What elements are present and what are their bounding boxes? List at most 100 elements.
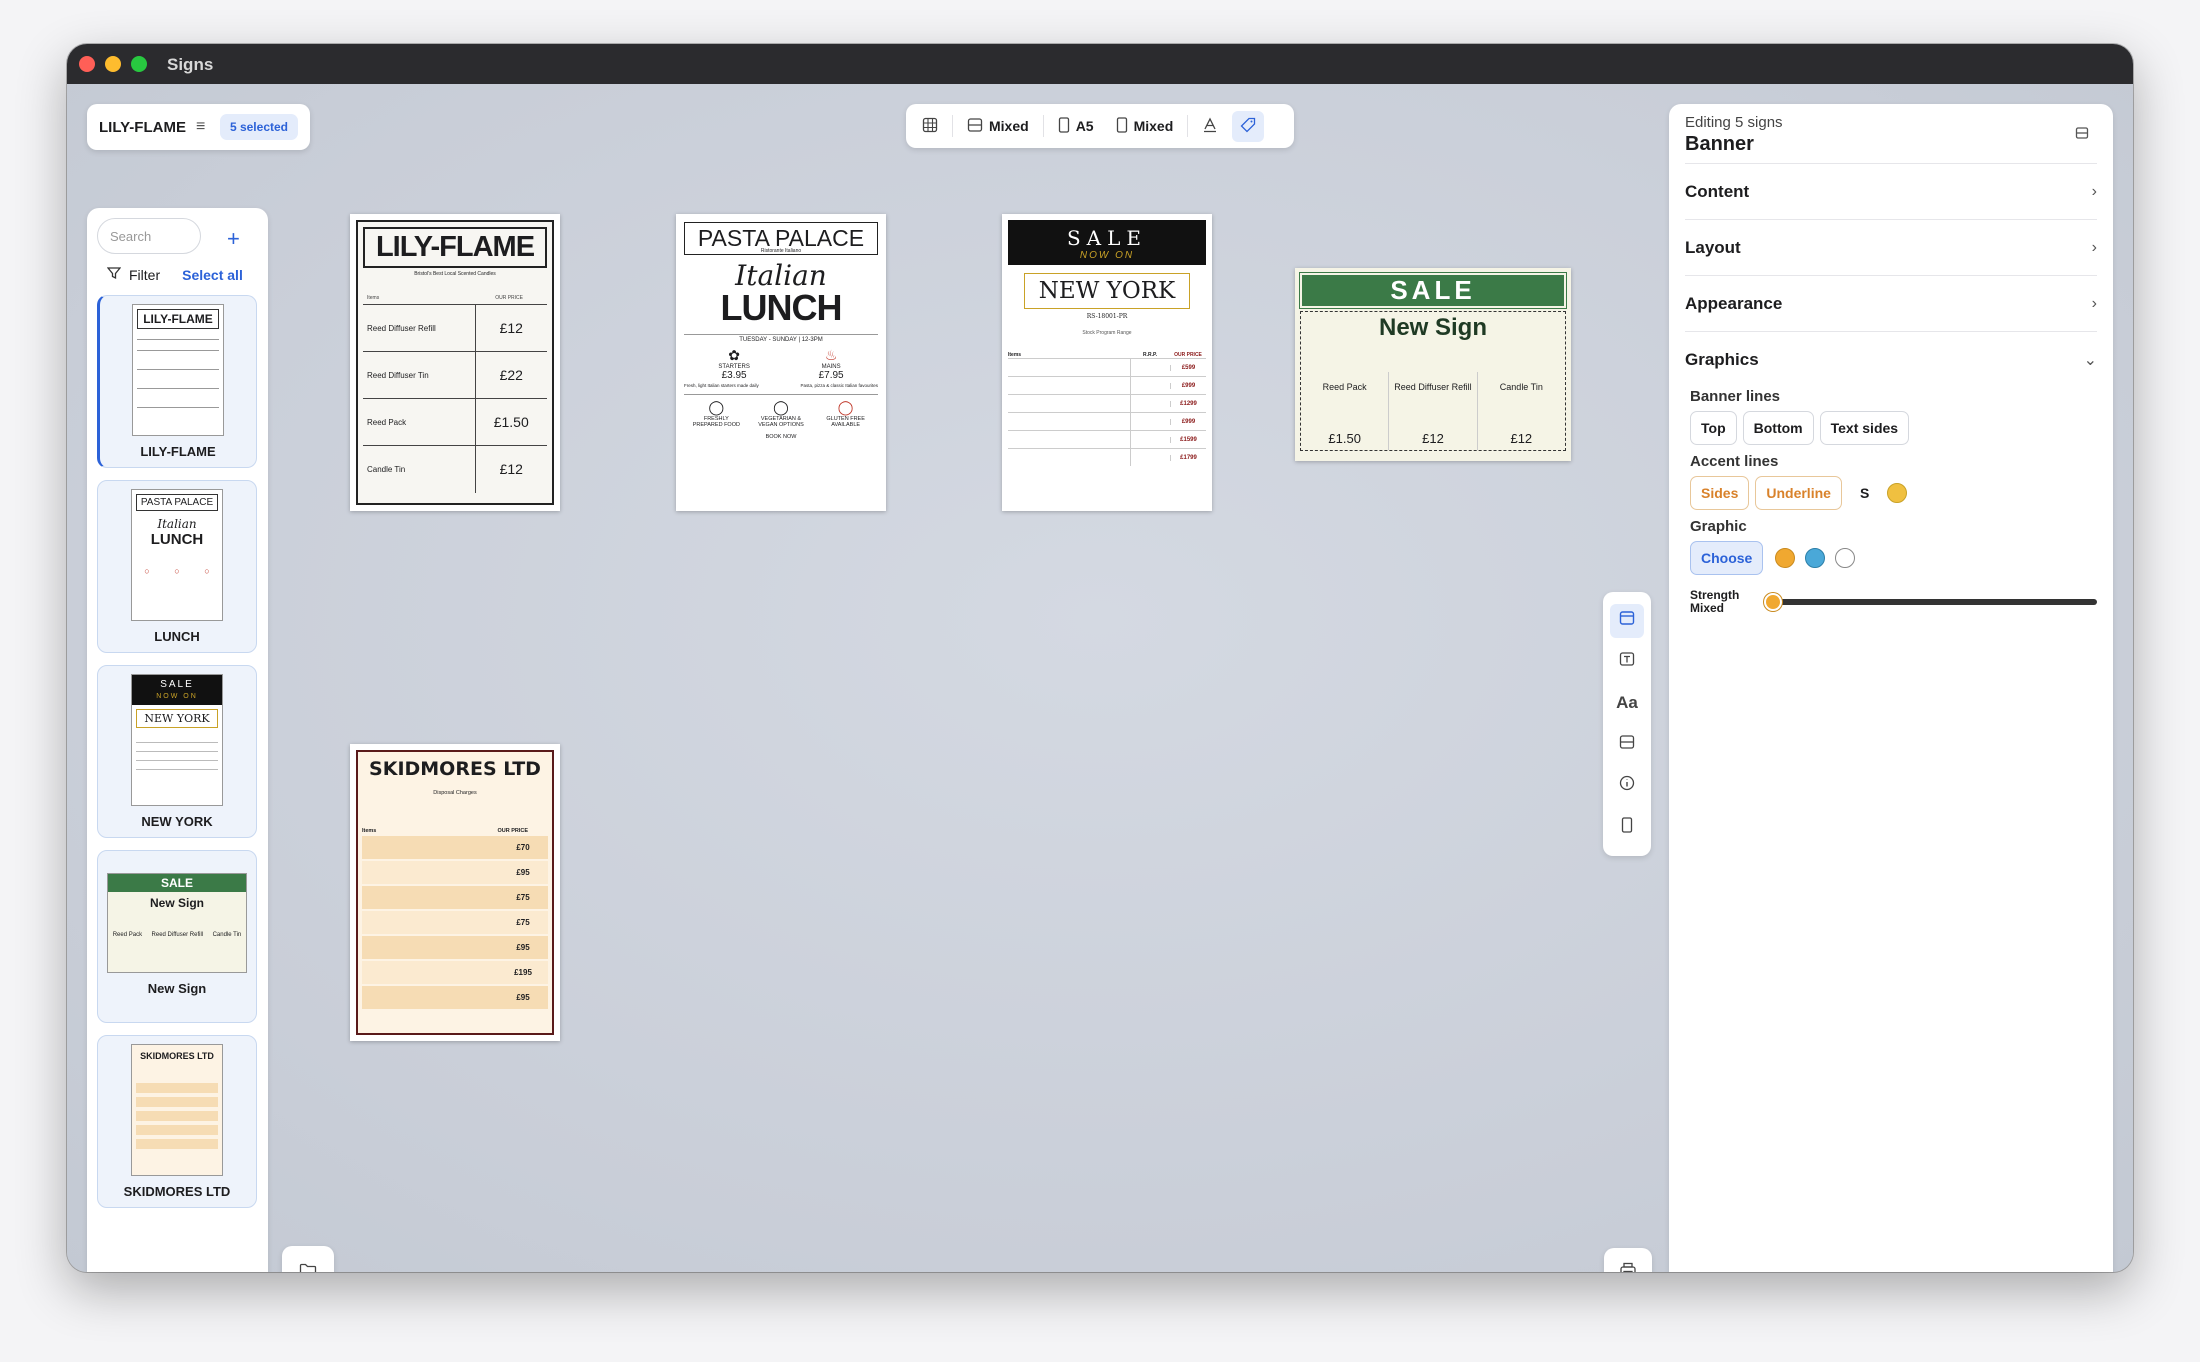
print-button[interactable]: [1604, 1248, 1652, 1272]
items-column-header: Items: [1008, 352, 1022, 358]
search-input[interactable]: Search: [97, 218, 201, 254]
sign-lunch[interactable]: PASTA PALACE Ristorante Italiano Italian…: [676, 214, 886, 511]
accent-underline-button[interactable]: Underline: [1755, 476, 1842, 510]
select-all-button[interactable]: Select all: [182, 267, 243, 283]
filter-button[interactable]: Filter: [129, 267, 160, 283]
sidebar-item-label: New Sign: [147, 981, 207, 996]
window-title: Signs: [167, 55, 214, 74]
section-graphics[interactable]: Graphics ⌄: [1685, 332, 2097, 388]
banner-tool-button[interactable]: [1610, 603, 1644, 638]
table-row: Reed Diffuser Refill £12: [363, 304, 547, 352]
slider-knob[interactable]: [1764, 593, 1782, 611]
accent-color-swatch[interactable]: [1887, 483, 1908, 503]
sign-new-sign[interactable]: SALE New Sign Reed Pack £1.50 Reed Diffus…: [1295, 268, 1571, 461]
open-folder-button[interactable]: [282, 1246, 334, 1272]
project-name[interactable]: LILY-FLAME: [99, 119, 186, 136]
accent-lines-label: Accent lines: [1690, 453, 1779, 470]
grid-layout-button[interactable]: [914, 111, 946, 142]
thumbnail: SALE New Sign Reed Pack Reed Diffuser Ref…: [107, 873, 247, 973]
starter-icon: ✿: [728, 347, 740, 363]
price-column: Candle Tin £12: [1499, 382, 1543, 446]
choose-graphic-button[interactable]: Choose: [1690, 541, 1764, 575]
section-content[interactable]: Content ›: [1685, 164, 2097, 220]
accent-size-button[interactable]: S: [1860, 485, 1869, 501]
table-row: £1299: [1008, 394, 1206, 412]
app-window: Signs LILY-FLAME ≡ 5 selected Search + F…: [67, 44, 2133, 1272]
now-on-text: NOW ON: [1079, 250, 1135, 261]
sign-title: SKIDMORES LTD: [369, 758, 541, 780]
tag-button[interactable]: [1232, 110, 1265, 142]
rows-icon[interactable]: [2075, 126, 2089, 143]
info-icon: [1619, 775, 1635, 796]
strength-slider[interactable]: [1764, 593, 2097, 611]
selected-count-badge[interactable]: 5 selected: [219, 114, 298, 140]
table-row: £999: [1008, 412, 1206, 430]
sign-skidmores[interactable]: SKIDMORES LTD Disposal Charges Items OUR …: [350, 744, 560, 1041]
chevron-right-icon: ›: [2091, 294, 2097, 312]
paper-size-label: A5: [1075, 118, 1094, 134]
gluten-icon: ◯: [837, 399, 854, 415]
sidebar-item-label: NEW YORK: [141, 814, 213, 829]
white-swatch[interactable]: [1835, 548, 1856, 568]
sidebar-item-skidmores[interactable]: SKIDMORES LTD SKIDMORES LTD: [97, 1035, 257, 1208]
folder-icon: [299, 1262, 317, 1272]
page-tool-button[interactable]: [1610, 810, 1644, 844]
project-switcher[interactable]: LILY-FLAME ≡ 5 selected: [87, 104, 310, 150]
banner-lines-label: Banner lines: [1690, 388, 1781, 405]
mains-price: £7.95: [818, 370, 844, 381]
knife-icon: ◯: [708, 399, 725, 415]
template-mixed-button[interactable]: Mixed: [959, 111, 1037, 142]
paper-size-button[interactable]: A5: [1050, 111, 1102, 142]
text-box-tool-button[interactable]: [1610, 645, 1644, 679]
table-row: £195: [362, 961, 548, 984]
section-appearance[interactable]: Appearance ›: [1685, 276, 2097, 332]
filter-icon[interactable]: [106, 266, 122, 283]
add-sign-button[interactable]: +: [227, 226, 240, 252]
sale-banner: SALE: [1066, 226, 1148, 250]
banner-icon: [1619, 610, 1635, 631]
section-layout[interactable]: Layout ›: [1685, 220, 2097, 276]
accent-sides-button[interactable]: Sides: [1690, 476, 1750, 510]
tag-icon: [1240, 117, 1256, 136]
sidebar-item-lily-flame[interactable]: LILY-FLAME LILY-FLAME: [97, 295, 257, 468]
zoom-window-button[interactable]: [131, 56, 147, 72]
sign-lily-flame[interactable]: LILY-FLAME Bristol's Best Local Scented …: [350, 214, 560, 511]
text-style-button[interactable]: [1194, 111, 1226, 142]
table-row: £75: [362, 911, 548, 934]
typography-tool-button[interactable]: Aa: [1610, 686, 1644, 720]
blue-swatch[interactable]: [1805, 548, 1826, 568]
rows-icon: [1619, 734, 1635, 755]
price-column: Reed Pack £1.50: [1322, 382, 1367, 446]
sign-new-york[interactable]: SALE NOW ON NEW YORK RS-18001-PR Stock P…: [1002, 214, 1212, 511]
minimize-window-button[interactable]: [105, 56, 121, 72]
table-tool-button[interactable]: [1610, 728, 1644, 762]
price-table: £70 £95 £75 £75 £95 £195 £95: [362, 836, 548, 1009]
sidebar-item-new-york[interactable]: SALE NOW ON NEW YORK NEW YORK: [97, 665, 257, 838]
table-row: £70: [362, 836, 548, 859]
price-cell: £75: [516, 918, 530, 927]
sale-banner: SALE: [1299, 272, 1567, 309]
rows-icon: [967, 117, 983, 136]
table-row: £1799: [1008, 448, 1206, 466]
close-window-button[interactable]: [79, 56, 95, 72]
panel-subtitle: Editing 5 signs: [1685, 114, 1783, 131]
section-label: Graphics: [1685, 350, 1759, 369]
sign-subtitle: Bristol's Best Local Scented Candles: [414, 271, 496, 277]
text-box-icon: [1619, 651, 1635, 672]
section-label: Content: [1685, 181, 1750, 201]
sidebar-item-new-sign[interactable]: SALE New Sign Reed Pack Reed Diffuser Ref…: [97, 850, 257, 1023]
text-color-icon: [1202, 117, 1218, 136]
list-icon[interactable]: ≡: [196, 118, 205, 136]
starters-desc: Fresh, light Italian starters made daily: [684, 383, 759, 388]
hours-text: TUESDAY - SUNDAY | 12-3PM: [684, 334, 878, 343]
price-cell: £1299: [1170, 400, 1206, 407]
orientation-button[interactable]: Mixed: [1108, 111, 1182, 142]
info-tool-button[interactable]: [1610, 769, 1644, 803]
sidebar-item-lunch[interactable]: PASTA PALACE Italian LUNCH ○ ○ ○ LUNCH: [97, 480, 257, 653]
orange-swatch[interactable]: [1775, 548, 1796, 568]
banner-text-sides-button[interactable]: Text sides: [1819, 411, 1910, 445]
section-label: Layout: [1685, 237, 1741, 257]
canvas[interactable]: LILY-FLAME ≡ 5 selected Search + Filter …: [67, 84, 2133, 1272]
banner-bottom-button[interactable]: Bottom: [1742, 411, 1814, 445]
banner-top-button[interactable]: Top: [1690, 411, 1737, 445]
